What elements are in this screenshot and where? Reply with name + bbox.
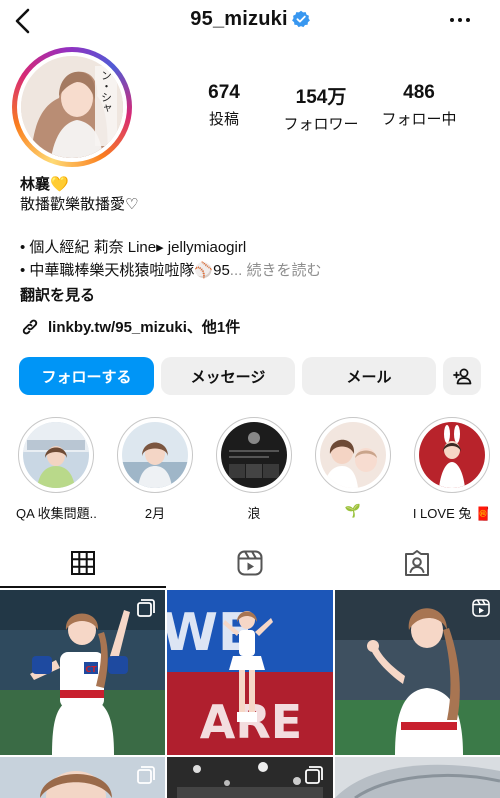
following-count: 486	[403, 82, 435, 103]
highlight-item[interactable]: QA 收集問題...	[16, 417, 96, 522]
bio-line-4: • 中華職棒樂天桃猿啦啦隊⚾95... 続きを読む	[20, 261, 321, 281]
verified-badge-icon	[291, 10, 310, 34]
highlight-item[interactable]: I LOVE 兔 🧧	[412, 417, 492, 522]
reels-icon	[237, 550, 263, 576]
highlight-cover	[419, 422, 485, 488]
posts-count: 674	[208, 82, 240, 103]
highlight-item[interactable]: 2月	[115, 417, 195, 522]
stat-followers[interactable]: 154万 フォロワー	[275, 82, 367, 134]
top-nav-bar: 95_mizuki	[0, 0, 500, 44]
bio-link-text: linkby.tw/95_mizuki、他1件	[48, 319, 241, 336]
more-options-button[interactable]	[448, 8, 472, 32]
highlight-item[interactable]: 🌱	[313, 417, 393, 519]
heart-emoji: 💛	[50, 176, 69, 193]
profile-header-title: 95_mizuki	[0, 8, 500, 34]
bio-line-3: • 個人經紀 莉奈 Line▸ jellymiaogirl	[20, 239, 247, 256]
tab-posts-grid[interactable]	[0, 538, 166, 588]
carousel-icon	[137, 599, 155, 617]
tagged-icon	[405, 550, 429, 576]
suggested-people-button[interactable]	[443, 357, 481, 395]
profile-avatar-story-ring[interactable]: リン・シャ	[12, 47, 132, 167]
translate-link[interactable]: 翻訳を見る	[20, 284, 95, 305]
post-tile[interactable]: WE ARE	[167, 590, 333, 755]
highlight-cover	[122, 422, 188, 488]
highlight-label: QA 收集問題...	[16, 506, 96, 521]
tab-reels[interactable]	[167, 538, 333, 588]
highlight-label: 浪	[247, 506, 261, 521]
tab-tagged[interactable]	[334, 538, 500, 588]
posts-label: 投稿	[208, 111, 239, 128]
highlight-label: 2月	[144, 506, 166, 521]
username-title: 95_mizuki	[190, 8, 288, 30]
avatar-text: リン・シャ	[100, 59, 113, 114]
active-tab-indicator	[0, 586, 166, 588]
more-horizontal-icon	[450, 18, 470, 22]
bio-link[interactable]: linkby.tw/95_mizuki、他1件	[20, 316, 240, 337]
profile-name: 林襄💛	[20, 173, 69, 194]
profile-tabs	[0, 538, 500, 588]
post-tile[interactable]	[167, 757, 333, 798]
carousel-icon	[137, 766, 155, 784]
bio-line-4-text: • 中華職棒樂天桃猿啦啦隊⚾95	[20, 262, 230, 279]
email-button[interactable]: メール	[302, 357, 436, 395]
stat-following[interactable]: 486 フォロー中	[375, 82, 463, 129]
logo-text: CT	[85, 665, 97, 674]
post-tile[interactable]	[0, 757, 165, 798]
message-button[interactable]: メッセージ	[161, 357, 295, 395]
following-label: フォロー中	[381, 111, 457, 128]
stat-posts[interactable]: 674 投稿	[192, 82, 256, 129]
post-tile[interactable]	[335, 590, 500, 755]
reel-badge-icon	[472, 599, 490, 617]
carousel-icon	[305, 766, 323, 784]
bio-line-1: 散播歡樂散播愛♡	[20, 196, 139, 213]
display-name: 林襄	[20, 176, 51, 193]
highlight-label: I LOVE 兔 🧧	[412, 506, 492, 521]
post-tile[interactable]	[335, 757, 500, 798]
follow-button[interactable]: フォローする	[19, 357, 154, 395]
avatar: リン・シャ	[21, 56, 123, 158]
link-icon	[22, 319, 38, 334]
highlight-label: 🌱	[344, 503, 362, 518]
posts-grid: CT WE ARE	[0, 590, 500, 798]
add-person-icon	[453, 368, 472, 385]
followers-count: 154万	[295, 87, 347, 108]
post-tile[interactable]: CT	[0, 590, 165, 755]
highlight-cover	[221, 422, 287, 488]
highlight-cover	[23, 422, 89, 488]
read-more-link[interactable]: ... 続きを読む	[230, 262, 322, 279]
grid-icon	[71, 551, 95, 575]
highlight-cover	[320, 422, 386, 488]
highlight-item[interactable]: 浪	[214, 417, 294, 522]
followers-label: フォロワー	[283, 116, 359, 133]
